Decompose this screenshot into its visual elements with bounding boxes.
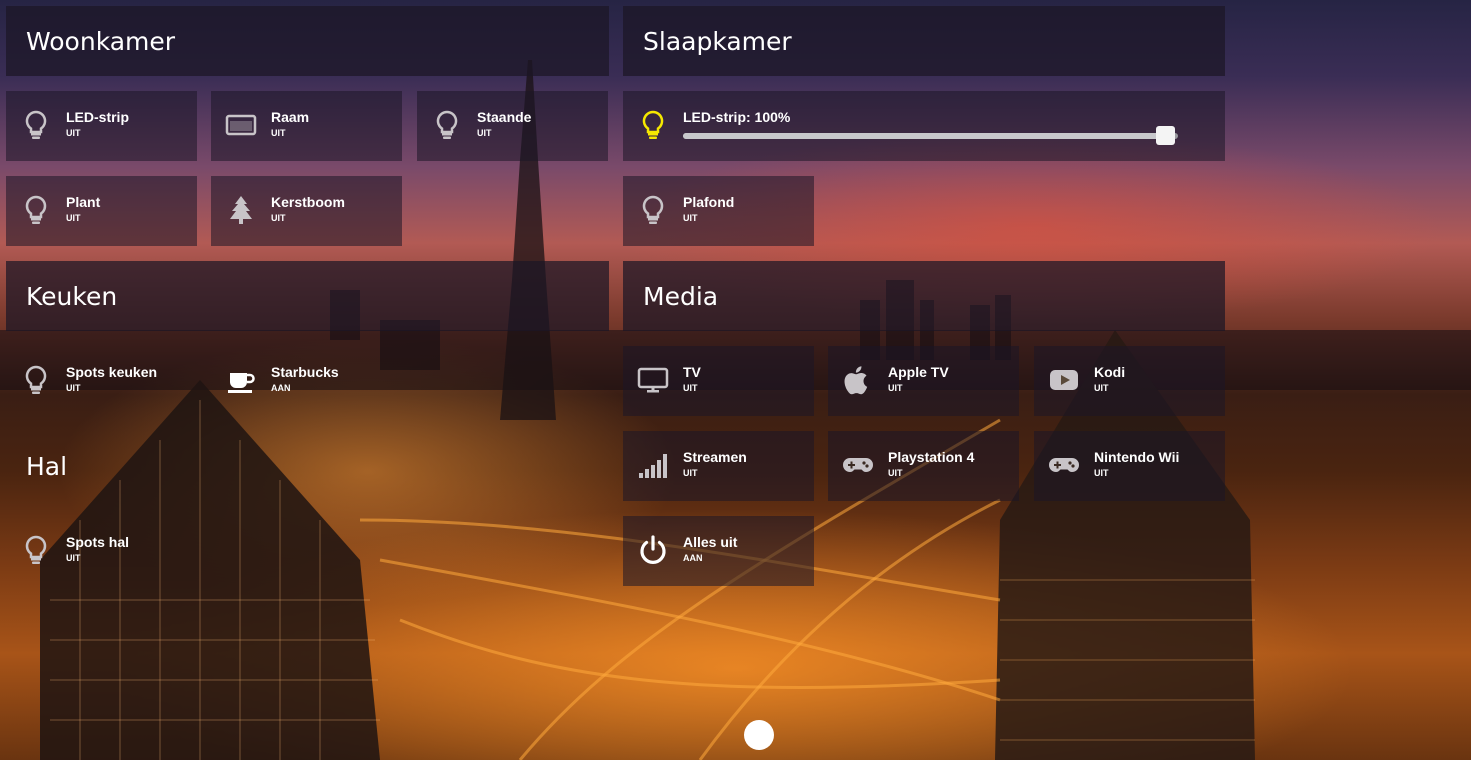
tile-name: Raam [271, 109, 310, 125]
tile-name: Staande [477, 109, 532, 125]
tile-state: AAN [683, 553, 703, 563]
bulb-icon [20, 364, 52, 396]
tile-name: LED-strip [66, 109, 129, 125]
tile-state: UIT [66, 128, 81, 138]
window-icon [225, 109, 257, 141]
tile-state: AAN [271, 383, 291, 393]
room-header-keuken: Keuken [6, 261, 609, 331]
bulb-icon [637, 194, 669, 226]
tile-name: Playstation 4 [888, 449, 975, 465]
tile-streamen[interactable]: Streamen UIT [623, 431, 814, 501]
tile-name: Kodi [1094, 364, 1126, 380]
bulb-icon [20, 534, 52, 566]
bulb-icon [637, 109, 669, 141]
tile-name: Plafond [683, 194, 735, 210]
tile-ledstrip-slaapkamer[interactable]: LED-strip: 100% [623, 91, 1225, 161]
monitor-icon [637, 364, 669, 396]
tile-tv[interactable]: TV UIT [623, 346, 814, 416]
tile-state: UIT [66, 383, 81, 393]
room-title: Woonkamer [26, 26, 176, 56]
room-title: Slaapkamer [643, 26, 792, 56]
tile-name: Plant [66, 194, 101, 210]
bulb-icon [20, 109, 52, 141]
tile-kodi[interactable]: Kodi UIT [1034, 346, 1225, 416]
tile-plant[interactable]: Plant UIT [6, 176, 197, 246]
tile-apple-tv[interactable]: Apple TV UIT [828, 346, 1019, 416]
tile-state: UIT [1094, 468, 1109, 478]
tile-plafond[interactable]: Plafond UIT [623, 176, 814, 246]
tile-state: UIT [66, 553, 81, 563]
tile-state: UIT [66, 213, 81, 223]
brightness-slider[interactable] [683, 126, 1178, 145]
tile-name: Spots hal [66, 534, 130, 550]
coffee-cup-icon [225, 364, 257, 396]
youtube-icon [1048, 364, 1080, 396]
tile-state: UIT [477, 128, 492, 138]
tile-playstation-4[interactable]: Playstation 4 UIT [828, 431, 1019, 501]
tile-name: Starbucks [271, 364, 339, 380]
bulb-icon [431, 109, 463, 141]
tile-state: UIT [888, 468, 903, 478]
tile-state: UIT [271, 128, 286, 138]
tile-spots-hal[interactable]: Spots hal UIT [6, 516, 197, 586]
tile-name: Spots keuken [66, 364, 158, 380]
tile-state: UIT [271, 213, 286, 223]
power-icon [637, 534, 669, 566]
page-indicator-dot[interactable] [744, 720, 774, 750]
tile-state: UIT [683, 468, 698, 478]
tile-spots-keuken[interactable]: Spots keuken UIT [6, 346, 197, 416]
tile-staande[interactable]: Staande UIT [417, 91, 608, 161]
tile-state: UIT [888, 383, 903, 393]
slider-fill [683, 133, 1166, 139]
tile-name: TV [683, 364, 701, 380]
room-title: Media [643, 281, 719, 311]
bulb-icon [20, 194, 52, 226]
tile-name: LED-strip: 100% [683, 109, 791, 125]
room-header-slaapkamer: Slaapkamer [623, 6, 1225, 76]
room-title: Keuken [26, 281, 118, 311]
room-header-hal: Hal [26, 452, 67, 481]
tree-icon [225, 194, 257, 226]
apple-icon [842, 364, 874, 396]
tile-starbucks[interactable]: Starbucks AAN [211, 346, 402, 416]
tile-state: UIT [683, 383, 698, 393]
tile-name: Streamen [683, 449, 747, 465]
tile-name: Alles uit [683, 534, 738, 550]
room-header-media: Media [623, 261, 1225, 331]
tile-state: UIT [683, 213, 698, 223]
tile-raam[interactable]: Raam UIT [211, 91, 402, 161]
gamepad-icon [1048, 449, 1080, 481]
gamepad-icon [842, 449, 874, 481]
signal-bars-icon [637, 449, 669, 481]
tile-state: UIT [1094, 383, 1109, 393]
room-header-woonkamer: Woonkamer [6, 6, 609, 76]
tile-ledstrip-woonkamer[interactable]: LED-strip UIT [6, 91, 197, 161]
tile-name: Kerstboom [271, 194, 345, 210]
tile-nintendo-wii[interactable]: Nintendo Wii UIT [1034, 431, 1225, 501]
tile-name: Nintendo Wii [1094, 449, 1180, 465]
slider-handle[interactable] [1156, 126, 1175, 145]
tile-alles-uit[interactable]: Alles uit AAN [623, 516, 814, 586]
room-title: Hal [26, 452, 68, 481]
tile-kerstboom[interactable]: Kerstboom UIT [211, 176, 402, 246]
tile-name: Apple TV [888, 364, 949, 380]
